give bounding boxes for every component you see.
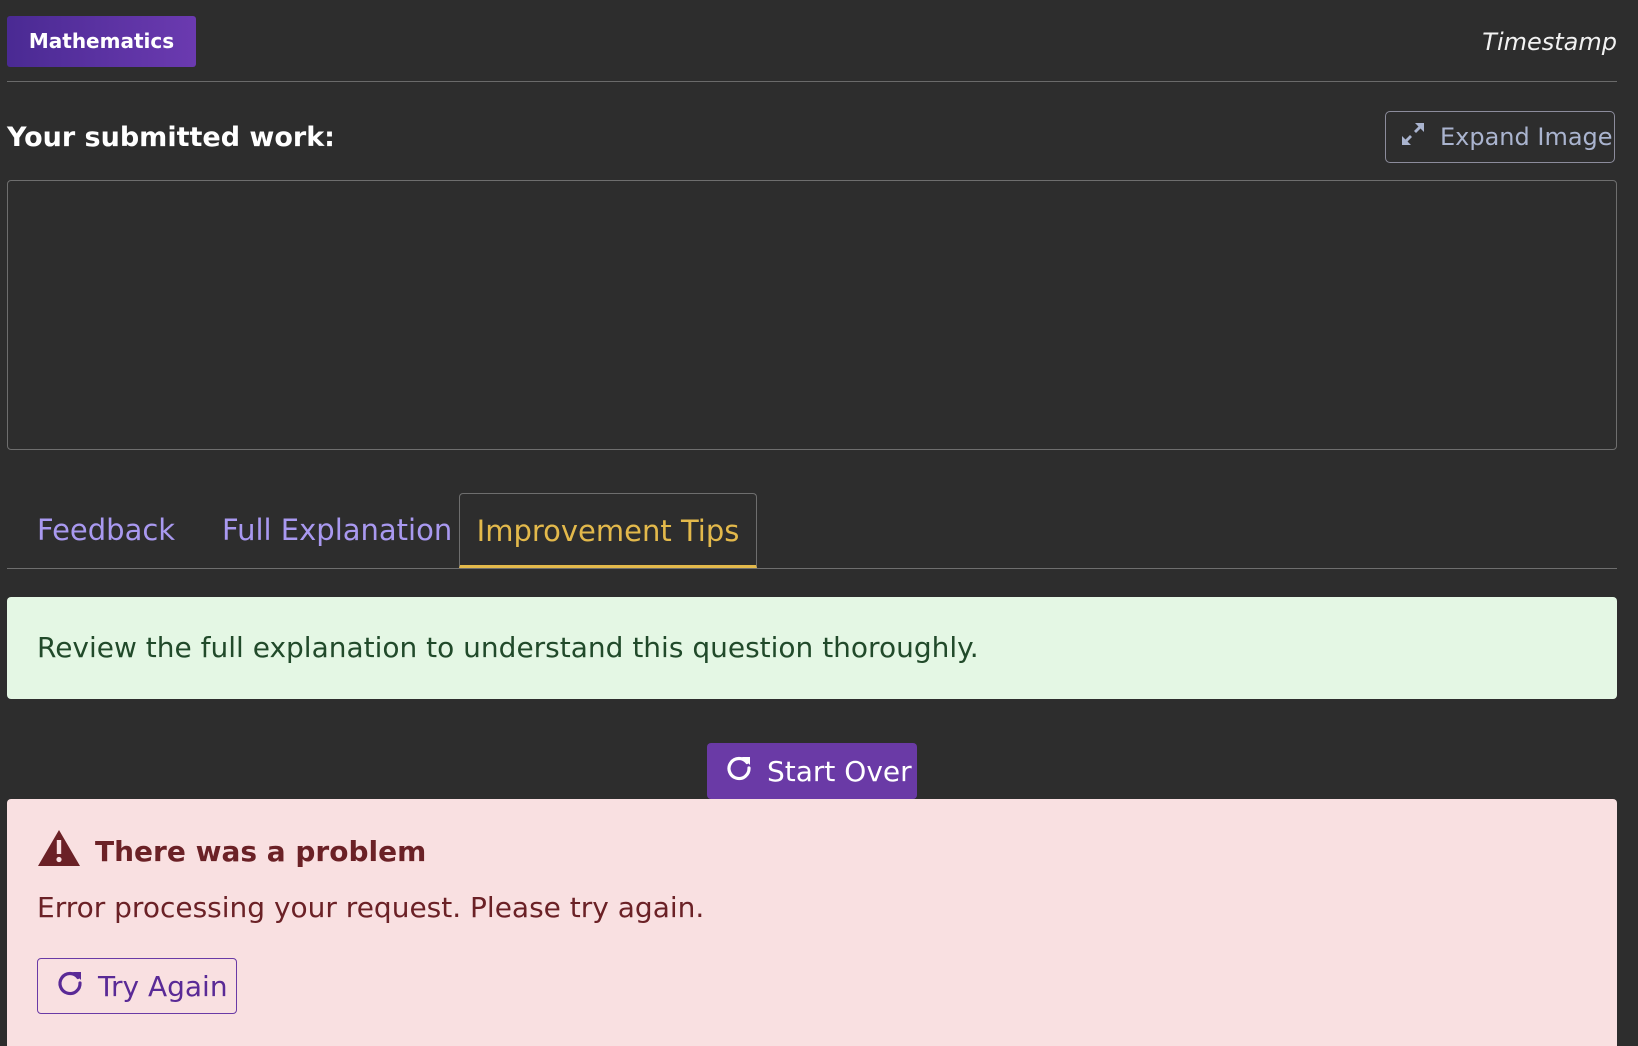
warning-triangle-icon — [37, 829, 95, 874]
expand-icon — [1400, 121, 1440, 153]
try-again-button[interactable]: Try Again — [37, 958, 237, 1014]
expand-image-button[interactable]: Expand Image — [1385, 111, 1615, 163]
header: Mathematics Timestamp — [7, 0, 1617, 82]
tab-bar: Feedback Full Explanation Improvement Ti… — [7, 493, 1617, 569]
submitted-work-title: Your submitted work: — [7, 122, 335, 153]
error-panel: There was a problem Error processing you… — [7, 799, 1617, 1046]
tab-full-explanation[interactable]: Full Explanation — [222, 493, 452, 568]
expand-image-label: Expand Image — [1440, 123, 1613, 151]
refresh-icon — [725, 754, 767, 789]
refresh-icon — [56, 969, 98, 1004]
start-over-label: Start Over — [767, 754, 912, 788]
start-over-button[interactable]: Start Over — [707, 743, 917, 799]
page: Mathematics Timestamp Your submitted wor… — [0, 0, 1638, 1046]
improvement-tip: Review the full explanation to understan… — [7, 597, 1617, 699]
submitted-work-image — [7, 180, 1617, 450]
timestamp: Timestamp — [1482, 28, 1617, 56]
error-message: Error processing your request. Please tr… — [37, 891, 705, 924]
error-heading-label: There was a problem — [95, 835, 427, 868]
tab-improvement-tips[interactable]: Improvement Tips — [459, 493, 757, 568]
try-again-label: Try Again — [98, 969, 228, 1003]
subject-badge[interactable]: Mathematics — [7, 16, 196, 67]
error-heading: There was a problem — [37, 829, 426, 874]
tab-feedback[interactable]: Feedback — [37, 493, 175, 568]
